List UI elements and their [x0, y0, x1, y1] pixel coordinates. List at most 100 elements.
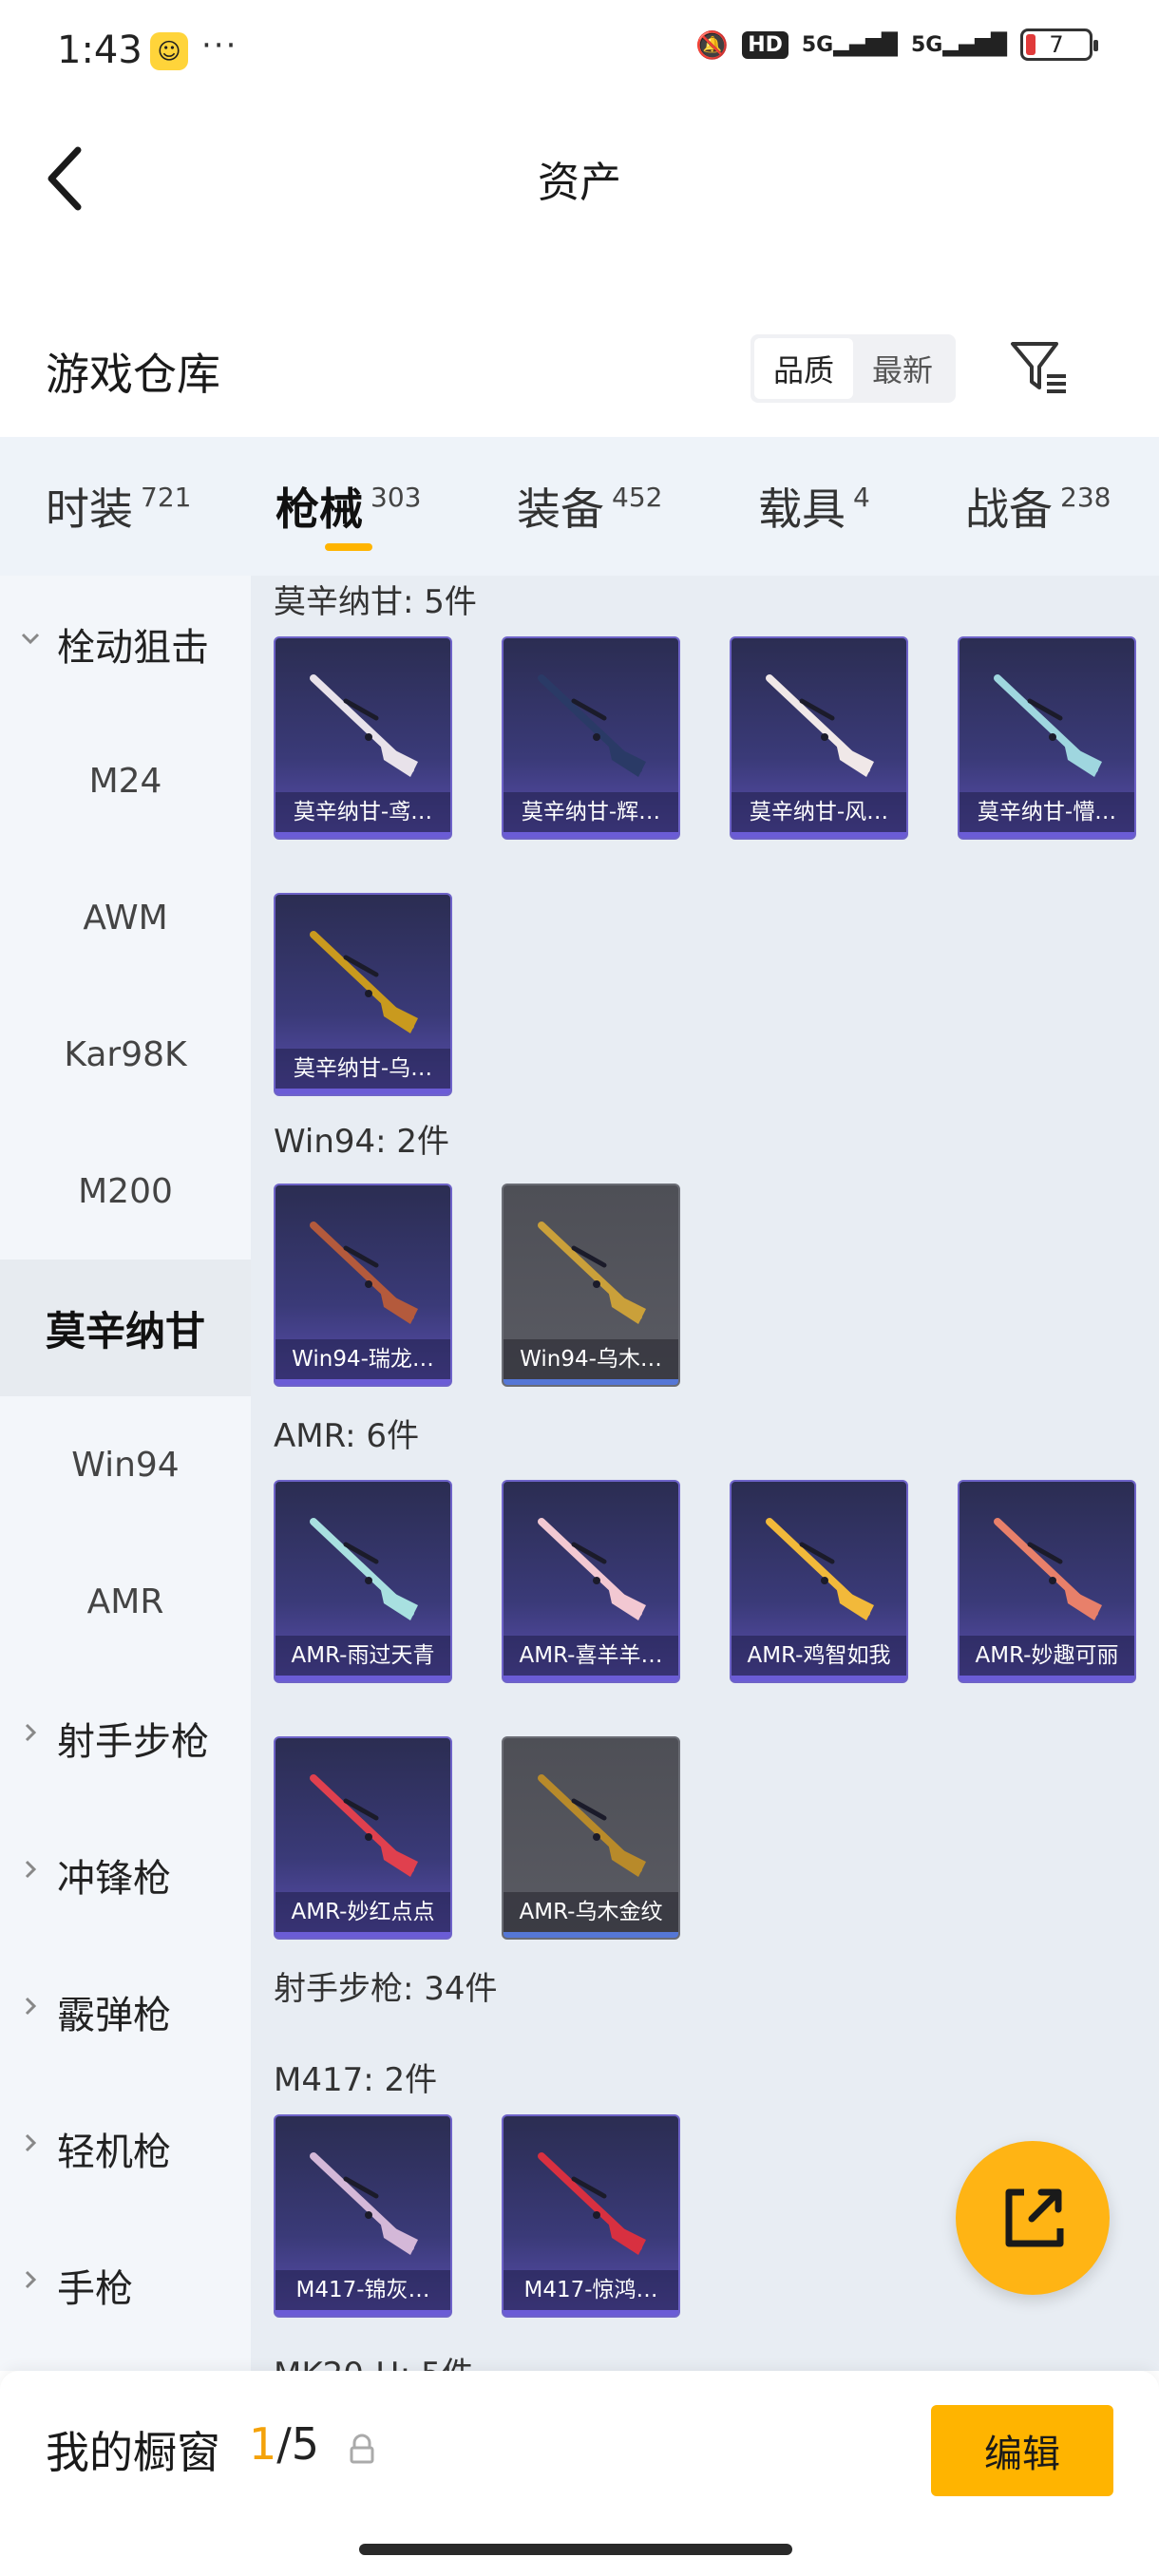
share-button[interactable] [956, 2141, 1110, 2295]
rarity-bar [504, 832, 678, 838]
weapon-skin-name: 莫辛纳甘-辉… [504, 792, 678, 832]
sidebar-group-smg[interactable]: 冲锋枪 [0, 1807, 251, 1943]
weapon-image [994, 674, 1102, 777]
sidebar-item-amr[interactable]: AMR [0, 1533, 251, 1670]
weapon-skin-name: 莫辛纳甘-风… [732, 792, 906, 832]
tab-supplies[interactable]: 战备 238 [965, 437, 1155, 576]
rarity-bar [276, 1379, 450, 1385]
chevron-right-icon [25, 1997, 37, 2016]
weapon-skin-card[interactable]: AMR-妙红点点 [274, 1736, 452, 1940]
sidebar-group-lmg[interactable]: 轻机枪 [0, 2080, 251, 2217]
sidebar-item-m24[interactable]: M24 [0, 712, 251, 849]
weapon-image [994, 1518, 1102, 1620]
weapon-skin-name: AMR-喜羊羊… [504, 1636, 678, 1676]
group-label-dmr: 射手步枪: 34件 [274, 1970, 498, 2008]
weapon-image [310, 931, 418, 1033]
rarity-bar [504, 2310, 678, 2316]
weapon-skin-card[interactable]: 莫辛纳甘-风… [730, 636, 908, 840]
signal-icon-2: 5G▂▄▆█ [910, 32, 1007, 57]
filter-icon[interactable] [1009, 338, 1070, 399]
rarity-bar [276, 1932, 450, 1938]
weapon-skin-name: AMR-妙趣可丽 [960, 1636, 1134, 1676]
sort-quality-button[interactable]: 品质 [754, 338, 853, 399]
share-icon [1005, 2188, 1064, 2247]
nav-bar: 资产 [0, 114, 1159, 237]
weapon-skin-name: 莫辛纳甘-乌… [276, 1049, 450, 1089]
weapon-skin-card[interactable]: M417-惊鸿… [502, 2114, 680, 2318]
weapon-skin-card[interactable]: AMR-乌木金纹 [502, 1736, 680, 1940]
weapon-image [310, 1774, 418, 1877]
weapon-type-sidebar: 栓动狙击 M24 AWM Kar98K M200 莫辛纳甘 Win94 AMR … [0, 576, 251, 2371]
sidebar-group-bolt-action[interactable]: 栓动狙击 [0, 576, 251, 712]
weapon-image [538, 1774, 646, 1877]
sidebar-group-shotgun[interactable]: 霰弹枪 [0, 1943, 251, 2080]
rarity-bar [276, 1089, 450, 1094]
chevron-down-icon [21, 633, 40, 645]
weapon-skin-name: Win94-乌木… [504, 1339, 678, 1379]
rarity-bar [732, 832, 906, 838]
weapon-skin-name: AMR-鸡智如我 [732, 1636, 906, 1676]
tab-guns[interactable]: 枪械 303 [276, 437, 517, 576]
rarity-bar [960, 1676, 1134, 1681]
tab-fashion[interactable]: 时装 721 [46, 437, 276, 576]
chevron-right-icon [25, 1723, 37, 1742]
weapon-skin-card[interactable]: 莫辛纳甘-鸢… [274, 636, 452, 840]
status-bar: 1:43 ☺ ··· 🔕 HD 5G▂▄▆█ 5G▂▄▆█ 7 [0, 0, 1159, 104]
weapon-skin-card[interactable]: Win94-乌木… [502, 1184, 680, 1387]
weapon-skin-name: AMR-雨过天青 [276, 1636, 450, 1676]
battery-icon: 7 [1020, 28, 1098, 61]
sidebar-group-pistol[interactable]: 手枪 [0, 2217, 251, 2354]
weapon-skin-name: Win94-瑞龙… [276, 1339, 450, 1379]
weapon-skin-card[interactable]: AMR-喜羊羊… [502, 1480, 680, 1683]
sort-toggle: 品质 最新 [750, 334, 956, 403]
weapon-skin-card[interactable]: AMR-鸡智如我 [730, 1480, 908, 1683]
tab-vehicles[interactable]: 载具 4 [758, 437, 965, 576]
weapon-skin-name: M417-锦灰… [276, 2270, 450, 2310]
section-title: 游戏仓库 [46, 349, 220, 400]
weapon-skin-card[interactable]: 莫辛纳甘-乌… [274, 893, 452, 1096]
sidebar-item-awm[interactable]: AWM [0, 849, 251, 986]
weapon-skin-card[interactable]: AMR-雨过天青 [274, 1480, 452, 1683]
sidebar-item-kar98k[interactable]: Kar98K [0, 986, 251, 1123]
rarity-bar [276, 1676, 450, 1681]
weapon-skin-card[interactable]: AMR-妙趣可丽 [958, 1480, 1136, 1683]
sidebar-item-win94[interactable]: Win94 [0, 1396, 251, 1533]
edit-button[interactable]: 编辑 [931, 2405, 1113, 2496]
category-tabs: 时装 721 枪械 303 装备 452 载具 4 战备 238 [0, 437, 1159, 576]
sidebar-item-m200[interactable]: M200 [0, 1123, 251, 1260]
sidebar-group-dmr[interactable]: 射手步枪 [0, 1670, 251, 1807]
tab-equipment[interactable]: 装备 452 [517, 437, 758, 576]
weapon-skin-card[interactable]: M417-锦灰… [274, 2114, 452, 2318]
group-label-mk20h: MK20-H: 5件 [274, 2348, 474, 2371]
more-notifications-icon: ··· [201, 27, 238, 65]
weapon-skin-name: 莫辛纳甘-鸢… [276, 792, 450, 832]
group-label-win94: Win94: 2件 [274, 1123, 450, 1161]
mute-icon: 🔕 [695, 28, 730, 61]
chevron-right-icon [25, 2133, 37, 2152]
chevron-right-icon [25, 2270, 37, 2289]
group-label-amr: AMR: 6件 [274, 1417, 420, 1455]
weapon-image [310, 674, 418, 777]
sidebar-item-mosin[interactable]: 莫辛纳甘 [0, 1260, 251, 1396]
weapon-image [538, 1518, 646, 1620]
rarity-bar [276, 2310, 450, 2316]
weapon-image [766, 1518, 874, 1620]
hd-icon: HD [742, 30, 788, 59]
status-time: 1:43 [57, 28, 142, 72]
weapon-skin-card[interactable]: 莫辛纳甘-辉… [502, 636, 680, 840]
warehouse-header: 游戏仓库 品质 最新 [0, 313, 1159, 427]
weapon-skin-card[interactable]: 莫辛纳甘-懵… [958, 636, 1136, 840]
weapon-skin-name: M417-惊鸿… [504, 2270, 678, 2310]
weapon-skin-grid: 莫辛纳甘: 5件 Win94: 2件 AMR: 6件 射手步枪: 34件 M41… [251, 576, 1159, 2371]
weapon-skin-card[interactable]: Win94-瑞龙… [274, 1184, 452, 1387]
status-icons: 🔕 HD 5G▂▄▆█ 5G▂▄▆█ 7 [695, 28, 1098, 61]
sort-newest-button[interactable]: 最新 [853, 338, 952, 399]
showcase-bar: 我的橱窗 1/5 编辑 [0, 2371, 1159, 2576]
rarity-bar [504, 1379, 678, 1385]
battery-level: 7 [1049, 31, 1064, 58]
weapon-skin-name: AMR-乌木金纹 [504, 1892, 678, 1932]
group-label-mosin: 莫辛纳甘: 5件 [274, 583, 477, 621]
weapon-image [310, 2152, 418, 2255]
page-title: 资产 [538, 159, 621, 207]
showcase-count: 1/5 [249, 2418, 320, 2470]
